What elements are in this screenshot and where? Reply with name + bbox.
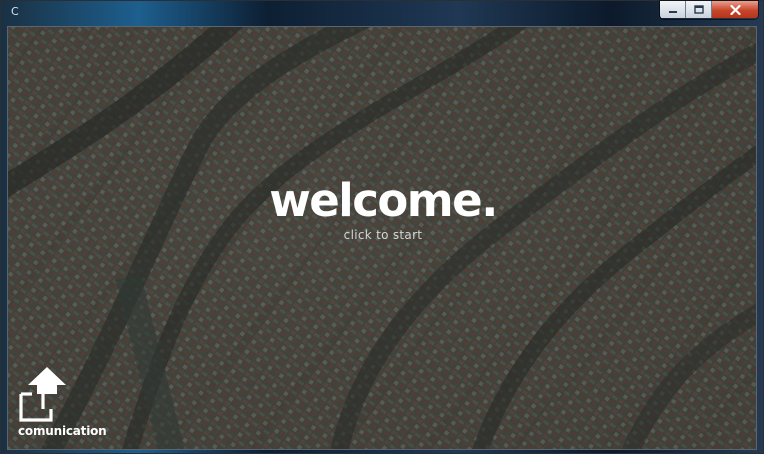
close-icon (729, 4, 741, 15)
click-to-start-hint: click to start (343, 228, 423, 242)
maximize-button[interactable] (686, 1, 712, 18)
window-title: C (11, 5, 19, 18)
start-screen[interactable]: welcome. click to start comunication (7, 26, 757, 450)
welcome-heading: welcome. (269, 174, 498, 227)
share-arrow-icon (18, 367, 68, 427)
app-window: C welcome. click to start comunication (0, 0, 764, 454)
minimize-button[interactable] (660, 1, 686, 18)
maximize-icon (693, 5, 704, 14)
minimize-icon (668, 6, 678, 14)
title-bar[interactable]: C (1, 1, 763, 23)
communication-tile-button[interactable]: comunication (18, 367, 118, 439)
window-controls (660, 1, 758, 19)
communication-label: comunication (18, 424, 107, 438)
welcome-start-area[interactable]: welcome. click to start (8, 174, 756, 243)
close-button[interactable] (712, 1, 758, 18)
